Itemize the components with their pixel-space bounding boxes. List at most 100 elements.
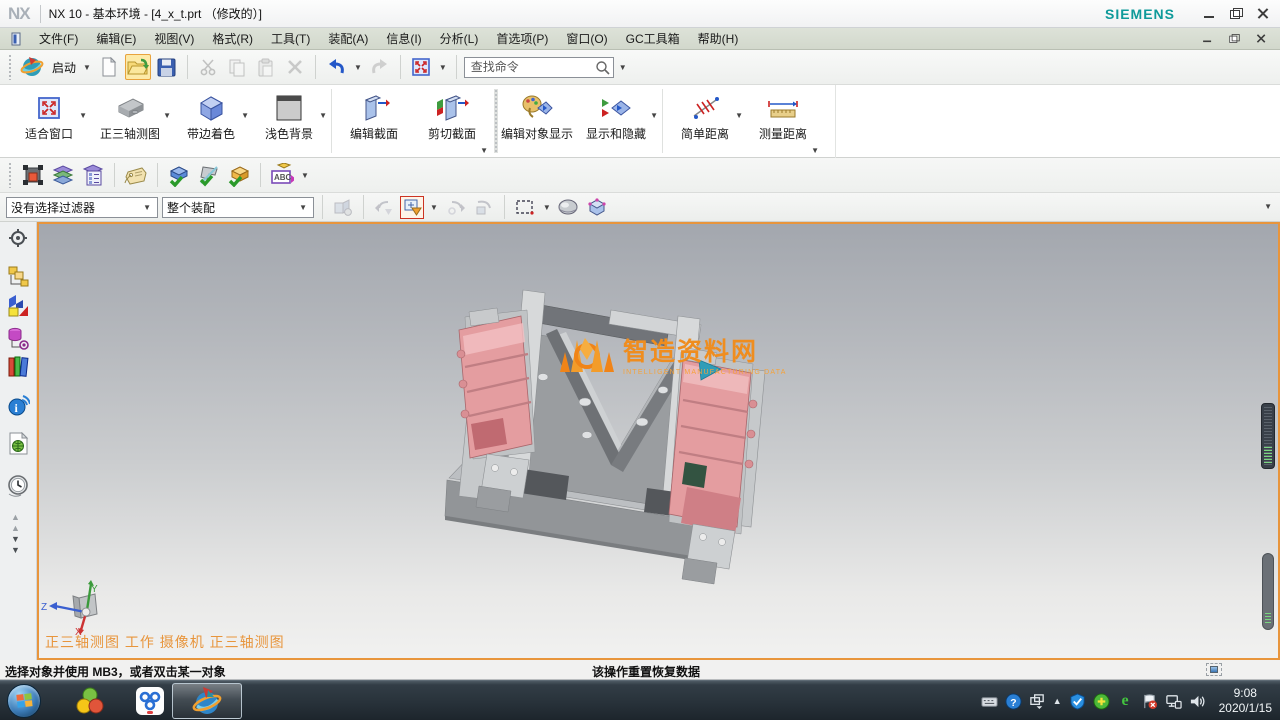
scroll-up-icon[interactable]: ▲: [11, 512, 20, 523]
filter-active-button[interactable]: [400, 196, 424, 219]
start-label[interactable]: 启动: [48, 59, 78, 76]
new-file-button[interactable]: [96, 54, 122, 80]
delete-button[interactable]: [282, 54, 308, 80]
tray-ie-icon[interactable]: e: [1117, 693, 1134, 710]
tray-help-icon[interactable]: ?: [1005, 693, 1022, 710]
move-component-button[interactable]: [20, 162, 46, 188]
clip-slider-handle[interactable]: [1262, 553, 1274, 630]
start-button[interactable]: [19, 54, 45, 80]
assembly-navigator-icon[interactable]: [7, 265, 30, 288]
taskbar-nx-button[interactable]: [172, 683, 242, 719]
save-button[interactable]: [154, 54, 180, 80]
isometric-view-button[interactable]: 正三轴测图 ▼: [88, 85, 172, 157]
layer-settings-button[interactable]: [80, 162, 106, 188]
taskbar-netdisk-icon[interactable]: [135, 686, 165, 716]
light-background-button[interactable]: 浅色背景 ▼: [250, 85, 328, 157]
marquee-dropdown-arrow[interactable]: ▼: [541, 203, 553, 212]
reuse-library-icon[interactable]: [7, 355, 30, 378]
filter-dropdown-arrow[interactable]: ▼: [428, 203, 440, 212]
start-orb[interactable]: [7, 684, 41, 718]
tray-action-flag-icon[interactable]: [1141, 693, 1158, 710]
layer-stack-button[interactable]: [50, 162, 76, 188]
command-finder-input[interactable]: [471, 60, 595, 74]
snap-sphere-button[interactable]: [557, 196, 581, 219]
menu-analysis[interactable]: 分析(L): [431, 28, 488, 49]
undo-button[interactable]: [323, 54, 349, 80]
scroll-up-icon[interactable]: ▲: [11, 523, 20, 534]
roles-gear-icon[interactable]: [7, 227, 30, 250]
dropdown-arrow[interactable]: ▼: [480, 146, 488, 155]
selection-scope-combo[interactable]: 整个装配 ▼: [162, 197, 314, 218]
tray-green-plus-icon[interactable]: [1093, 693, 1110, 710]
dropdown-arrow[interactable]: ▼: [79, 111, 87, 120]
constraint-navigator-icon[interactable]: [7, 295, 30, 318]
dropdown-arrow[interactable]: ▼: [811, 146, 819, 155]
snap-cube-button[interactable]: [585, 196, 609, 219]
tray-windows-stack-icon[interactable]: [1029, 693, 1046, 710]
close-button[interactable]: [1257, 8, 1270, 19]
history-clock-icon[interactable]: [7, 475, 30, 498]
menu-preferences[interactable]: 首选项(P): [487, 28, 557, 49]
scroll-down-icon[interactable]: ▼: [11, 534, 20, 545]
menu-assemblies[interactable]: 装配(A): [319, 28, 377, 49]
clip-slider[interactable]: [1261, 403, 1275, 469]
simple-distance-button[interactable]: 简单距离 ▼: [666, 85, 744, 157]
copy-button[interactable]: [224, 54, 250, 80]
clip-section-button[interactable]: 剪切截面 ▼: [413, 85, 491, 157]
selection-filter-combo[interactable]: 没有选择过滤器 ▼: [6, 197, 158, 218]
doc-minimize-button[interactable]: [1202, 34, 1212, 43]
hd3d-info-icon[interactable]: i: [7, 394, 30, 417]
combo-dropdown-arrow[interactable]: ▼: [297, 203, 309, 212]
redo-button[interactable]: [367, 54, 393, 80]
menu-format[interactable]: 格式(R): [203, 28, 262, 49]
undo-dropdown-arrow[interactable]: ▼: [352, 63, 364, 72]
marquee-select-button[interactable]: [513, 196, 537, 219]
paste-button[interactable]: [253, 54, 279, 80]
resource-bar-scroll[interactable]: ▲ ▲ ▼ ▼: [11, 512, 20, 556]
combo-dropdown-arrow[interactable]: ▼: [141, 203, 153, 212]
part-navigator-icon[interactable]: [7, 327, 30, 350]
taskbar-clock[interactable]: 9:08 2020/1/15: [1213, 686, 1272, 716]
doc-restore-button[interactable]: [1229, 34, 1239, 43]
taskbar-app-balls-icon[interactable]: [75, 686, 105, 716]
menu-window[interactable]: 窗口(O): [557, 28, 616, 49]
minimize-button[interactable]: [1203, 8, 1216, 19]
vblock-fixture-model[interactable]: [435, 272, 780, 590]
dropdown-arrow[interactable]: ▼: [735, 111, 743, 120]
menu-tools[interactable]: 工具(T): [262, 28, 319, 49]
shaded-with-edges-button[interactable]: 带边着色 ▼: [172, 85, 250, 157]
measure-distance-button[interactable]: 测量距离 ▼: [744, 85, 822, 157]
menu-file[interactable]: 文件(F): [30, 28, 87, 49]
filter-back-button[interactable]: [372, 196, 396, 219]
cut-button[interactable]: [195, 54, 221, 80]
toolbar-drag-handle[interactable]: [8, 54, 12, 80]
menu-information[interactable]: 信息(I): [377, 28, 430, 49]
web-browser-icon[interactable]: [7, 432, 30, 455]
toolbar-drag-handle[interactable]: [8, 162, 12, 188]
bar-options-arrow[interactable]: ▼: [1262, 202, 1274, 211]
filter-reset-button[interactable]: [472, 196, 496, 219]
tray-shield-icon[interactable]: [1069, 693, 1086, 710]
annotation-dropdown-arrow[interactable]: ▼: [299, 171, 311, 180]
tag-button[interactable]: [123, 162, 149, 188]
tray-keyboard-icon[interactable]: [981, 693, 998, 710]
check-block-button[interactable]: [166, 162, 192, 188]
dropdown-arrow[interactable]: ▼: [650, 111, 658, 120]
graphics-window[interactable]: 智造资料网 INTELLIGENT MANUFACTURING DATA Y Z…: [37, 222, 1280, 660]
restore-button[interactable]: [1230, 8, 1243, 19]
menu-edit[interactable]: 编辑(E): [87, 28, 145, 49]
finder-dropdown-arrow[interactable]: ▼: [617, 63, 629, 72]
check-cube-button[interactable]: [226, 162, 252, 188]
start-dropdown-arrow[interactable]: ▼: [81, 63, 93, 72]
open-file-button[interactable]: [125, 54, 151, 80]
dropdown-arrow[interactable]: ▼: [319, 111, 327, 120]
command-finder[interactable]: [464, 57, 614, 78]
select-assembly-button[interactable]: [331, 196, 355, 219]
annotation-prefs-button[interactable]: ABC: [269, 162, 295, 188]
edit-object-display-button[interactable]: 编辑对象显示: [501, 85, 573, 157]
menu-gc-toolbox[interactable]: GC工具箱: [617, 28, 689, 49]
tray-network-icon[interactable]: [1165, 693, 1182, 710]
tray-show-hidden-icon[interactable]: ▲: [1053, 696, 1062, 706]
menu-view[interactable]: 视图(V): [145, 28, 203, 49]
status-view-icon[interactable]: [1206, 663, 1222, 676]
